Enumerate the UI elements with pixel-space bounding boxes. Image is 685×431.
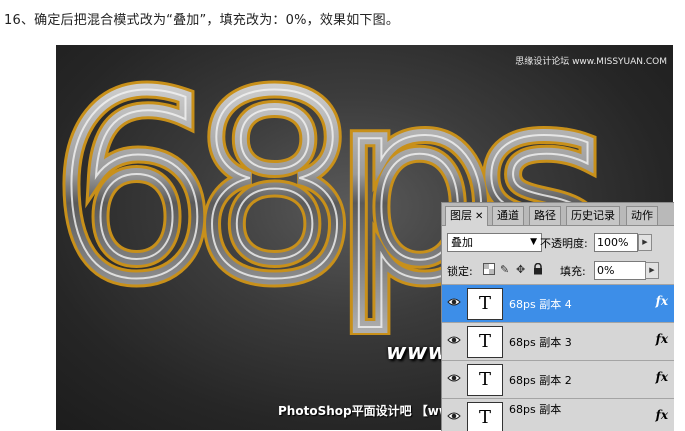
- layer-row-copy-2[interactable]: T 68ps 副本 2 fx: [442, 360, 674, 399]
- fx-icon[interactable]: fx: [656, 332, 668, 346]
- fx-icon[interactable]: fx: [656, 294, 668, 308]
- eye-icon[interactable]: [447, 371, 461, 385]
- tab-close-icon[interactable]: ✕: [475, 211, 483, 222]
- fx-icon[interactable]: fx: [656, 370, 668, 384]
- layer-row-copy-4[interactable]: T 68ps 副本 4 fx: [442, 284, 674, 323]
- opacity-label: 不透明度:: [540, 237, 588, 250]
- layer-name: 68ps 副本 2: [509, 374, 572, 387]
- fx-icon[interactable]: fx: [656, 408, 668, 422]
- lock-row: 锁定: ✎ ✥ 填充: 0% ▶: [447, 261, 669, 281]
- layers-panel: 图层 ✕ 通道 路径 历史记录 动作 叠加 ▼ 不透明度: 100% ▶ 锁定: …: [441, 202, 674, 431]
- layer-name: 68ps 副本: [509, 403, 562, 416]
- blend-mode-select[interactable]: 叠加 ▼: [447, 233, 542, 252]
- tab-history-label: 历史记录: [571, 209, 615, 222]
- opacity-input[interactable]: 100%: [594, 233, 638, 252]
- tab-actions[interactable]: 动作: [626, 206, 658, 225]
- lock-move-icon[interactable]: ✥: [516, 263, 525, 276]
- tab-layers-label: 图层: [450, 209, 472, 222]
- opacity-stepper[interactable]: ▶: [638, 234, 652, 251]
- layer-thumbnail: T: [467, 402, 503, 431]
- step-caption: 16、确定后把混合模式改为“叠加”，填充改为：0%，效果如下图。: [4, 13, 400, 28]
- lock-all-icon[interactable]: [533, 262, 543, 278]
- fill-input[interactable]: 0%: [594, 261, 646, 280]
- eye-icon[interactable]: [447, 409, 461, 423]
- fill-stepper[interactable]: ▶: [645, 262, 659, 279]
- layer-thumbnail: T: [467, 288, 503, 320]
- tab-paths-label: 路径: [534, 209, 556, 222]
- eye-icon[interactable]: [447, 295, 461, 309]
- lock-brush-icon[interactable]: ✎: [500, 263, 509, 276]
- chevron-down-icon: ▼: [530, 237, 537, 247]
- tab-actions-label: 动作: [631, 209, 653, 222]
- tab-channels-label: 通道: [497, 209, 519, 222]
- blend-mode-value: 叠加: [451, 236, 473, 249]
- panel-tab-strip: 图层 ✕ 通道 路径 历史记录 动作: [442, 203, 674, 226]
- layer-thumbnail: T: [467, 326, 503, 358]
- layer-name: 68ps 副本 3: [509, 336, 572, 349]
- tab-history[interactable]: 历史记录: [566, 206, 620, 225]
- layer-row-copy[interactable]: T 68ps 副本 fx: [442, 398, 674, 431]
- layer-thumbnail: T: [467, 364, 503, 396]
- fill-label: 填充:: [560, 265, 586, 278]
- tab-paths[interactable]: 路径: [529, 206, 561, 225]
- tab-layers[interactable]: 图层 ✕: [445, 206, 489, 226]
- layer-list: T 68ps 副本 4 fx T 68ps 副本 3 fx T 68ps 副本 …: [442, 284, 674, 431]
- lock-label: 锁定:: [447, 265, 473, 278]
- eye-icon[interactable]: [447, 333, 461, 347]
- layer-name: 68ps 副本 4: [509, 298, 572, 311]
- tab-channels[interactable]: 通道: [492, 206, 524, 225]
- layer-row-copy-3[interactable]: T 68ps 副本 3 fx: [442, 322, 674, 361]
- lock-transparent-icon[interactable]: [483, 263, 495, 278]
